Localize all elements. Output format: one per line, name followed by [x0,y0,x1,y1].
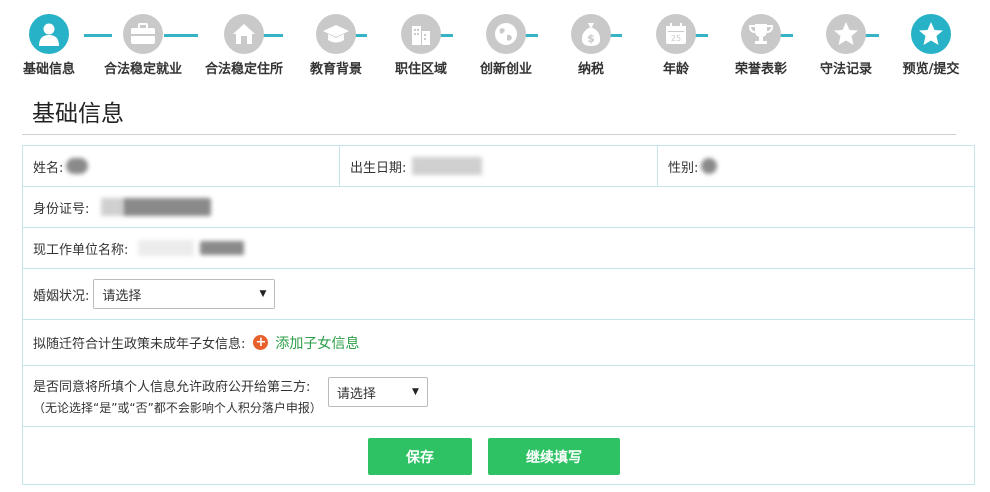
consent-cell: 是否同意将所填个人信息允许政府公开给第三方: （无论选择“是”或“否”都不会影响… [23,366,974,426]
form-row-id-number: 身份证号: [23,187,974,228]
plus-circle-icon: + [253,335,269,350]
dropdown-arrow-icon: ▼ [259,289,267,299]
step-label: 荣誉表彰 [734,62,787,77]
progress-stepper: 基础信息 合法稳定就业 合法稳定住所 教育背景 职住区域 创新创业 $ 纳税 2… [0,0,990,84]
step-residence[interactable]: 合法稳定住所 [204,14,284,77]
consent-label: 是否同意将所填个人信息允许政府公开给第三方: [33,380,311,395]
gender-label: 性别: [668,160,699,176]
marital-status-select[interactable]: 请选择 ▼ [93,279,276,309]
form-row-employer: 现工作单位名称: [23,228,974,269]
briefcase-icon [123,14,163,54]
trophy-icon [741,14,781,54]
step-age[interactable]: 25 年龄 [636,14,716,77]
calendar-icon: 25 [656,14,696,54]
add-children-label: 添加子女信息 [275,335,360,352]
globe-icon [486,14,526,54]
star-icon [911,14,951,54]
step-label: 基础信息 [22,62,75,77]
step-basic-info[interactable]: 基础信息 [9,14,89,77]
save-button[interactable]: 保存 [368,438,472,475]
marital-cell: 婚姻状况: 请选择 ▼ [23,269,974,319]
birth-date-cell: 出生日期: [339,146,657,186]
buildings-icon [401,14,441,54]
step-honors[interactable]: 荣誉表彰 [721,14,801,77]
consent-note: （无论选择“是”或“否”都不会影响个人积分落户申报） [33,401,322,415]
dropdown-arrow-icon: ▼ [411,387,419,397]
svg-text:$: $ [587,32,595,45]
step-label: 职住区域 [394,62,447,77]
birth-date-label: 出生日期: [350,160,407,176]
page-title: 基础信息 [32,101,124,127]
house-icon [224,14,264,54]
step-tax[interactable]: $ 纳税 [551,14,631,77]
step-innovation[interactable]: 创新创业 [466,14,546,77]
step-label: 创新创业 [479,62,532,77]
id-number-value-redacted [101,198,124,216]
form-row-consent: 是否同意将所填个人信息允许政府公开给第三方: （无论选择“是”或“否”都不会影响… [23,366,974,427]
step-label: 纳税 [577,62,604,77]
name-cell: 姓名: [23,146,339,186]
employer-value-redacted [200,241,245,255]
form-row-children: 拟随迁符合计生政策未成年子女信息: + 添加子女信息 [23,320,974,366]
employer-label: 现工作单位名称: [33,242,129,258]
add-children-button[interactable]: + 添加子女信息 [253,333,359,353]
consent-value: 请选择 [336,386,376,402]
graduation-cap-icon [316,14,356,54]
step-label: 守法记录 [819,62,872,77]
title-divider [22,134,956,135]
id-number-value-redacted [123,198,212,216]
form-row-identity: 姓名: 出生日期: 性别: [23,146,974,187]
marital-status-value: 请选择 [102,288,142,304]
children-label: 拟随迁符合计生政策未成年子女信息: [33,337,246,352]
basic-info-form: 姓名: 出生日期: 性别: 身份证号: 现工作单位名称: 婚姻状况: 请选择 ▼… [22,145,975,485]
person-icon [29,14,69,54]
step-work-area[interactable]: 职住区域 [381,14,461,77]
employer-cell: 现工作单位名称: [23,228,974,268]
step-legal-record[interactable]: 守法记录 [806,14,886,77]
name-value-redacted [66,158,89,174]
name-label: 姓名: [33,160,64,176]
step-label: 预览/提交 [902,62,960,77]
continue-button[interactable]: 继续填写 [488,438,620,475]
star-icon [826,14,866,54]
gender-value-redacted [701,158,718,174]
id-number-label: 身份证号: [33,201,90,217]
consent-text-block: 是否同意将所填个人信息允许政府公开给第三方: （无论选择“是”或“否”都不会影响… [33,376,322,416]
step-education[interactable]: 教育背景 [296,14,376,77]
id-number-cell: 身份证号: [23,187,974,227]
money-bag-icon: $ [571,14,611,54]
form-row-marital: 婚姻状况: 请选择 ▼ [23,269,974,320]
step-preview-submit[interactable]: 预览/提交 [891,14,971,77]
gender-cell: 性别: [657,146,974,186]
step-label: 合法稳定就业 [103,62,182,77]
children-cell: 拟随迁符合计生政策未成年子女信息: + 添加子女信息 [23,320,974,365]
marital-label: 婚姻状况: [33,288,90,304]
step-label: 合法稳定住所 [204,62,283,77]
step-label: 年龄 [662,62,689,77]
step-label: 教育背景 [309,62,362,77]
birth-date-value-redacted [412,157,483,175]
consent-select[interactable]: 请选择 ▼ [327,377,428,407]
calendar-day: 25 [671,34,681,43]
employer-value-redacted [138,240,195,256]
step-employment[interactable]: 合法稳定就业 [103,14,183,77]
